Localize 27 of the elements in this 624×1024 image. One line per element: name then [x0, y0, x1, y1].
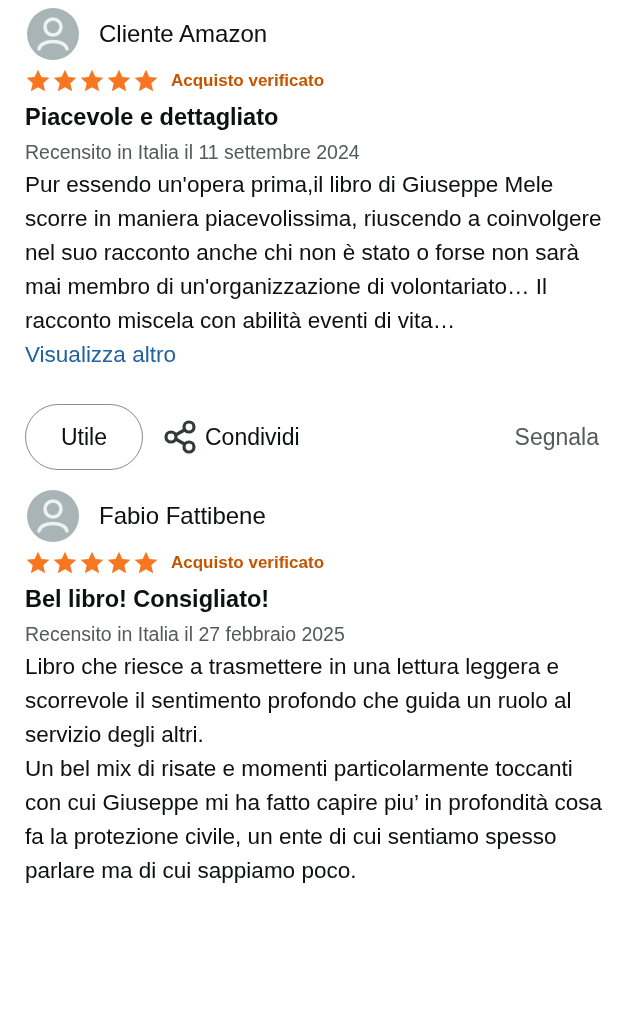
review-title: Piacevole e dettagliato	[25, 104, 280, 131]
star-icon	[52, 68, 78, 94]
share-icon	[163, 420, 197, 454]
report-link[interactable]: Segnala	[514, 423, 599, 451]
share-button[interactable]: Condividi	[163, 420, 300, 454]
review-text: Libro che riesce a trasmettere in una lettura leggera e scorrevole il sentimento profondo che guida un ruolo al servizio degli altri. Un bel mix di risate e momenti particolarmente toccanti con cui Giuseppe mi ha fatto capire piu’ in profondità cosa fa la protezione civile, un ente di cui sentiamo spesso parlare ma di cui sappiamo poco.	[25, 653, 603, 885]
star-icon	[79, 68, 105, 94]
review-date: Recensito in Italia il 27 febbraio 2025	[25, 623, 346, 646]
reviewer-name: Cliente Amazon	[99, 20, 268, 48]
see-more-link[interactable]: Visualizza altro	[25, 342, 176, 368]
star-icon	[133, 550, 159, 576]
avatar-icon	[27, 490, 79, 542]
helpful-button[interactable]: Utile	[25, 404, 143, 470]
star-icon	[79, 550, 105, 576]
star-icon	[52, 550, 78, 576]
star-icon	[133, 68, 159, 94]
star-icon	[106, 550, 132, 576]
reviewer-name: Fabio Fattibene	[99, 502, 266, 530]
review-title: Bel libro! Consigliato!	[25, 586, 271, 613]
star-icon	[25, 550, 51, 576]
star-icon	[106, 68, 132, 94]
star-icon	[25, 68, 51, 94]
verified-purchase-label: Acquisto verificato	[171, 553, 325, 573]
review-date: Recensito in Italia il 11 settembre 2024	[25, 141, 361, 164]
review-text: Pur essendo un'opera prima,il libro di Giuseppe Mele scorre in maniera piacevolissima, riuscendo a coinvolgere nel suo racconto anche chi non è stato o forse non sarà mai membro di un'organizzazione di volontariato… Il racconto miscela con abilità eventi di vita…	[25, 171, 603, 335]
avatar-icon	[27, 8, 79, 60]
verified-purchase-label: Acquisto verificato	[171, 71, 325, 91]
